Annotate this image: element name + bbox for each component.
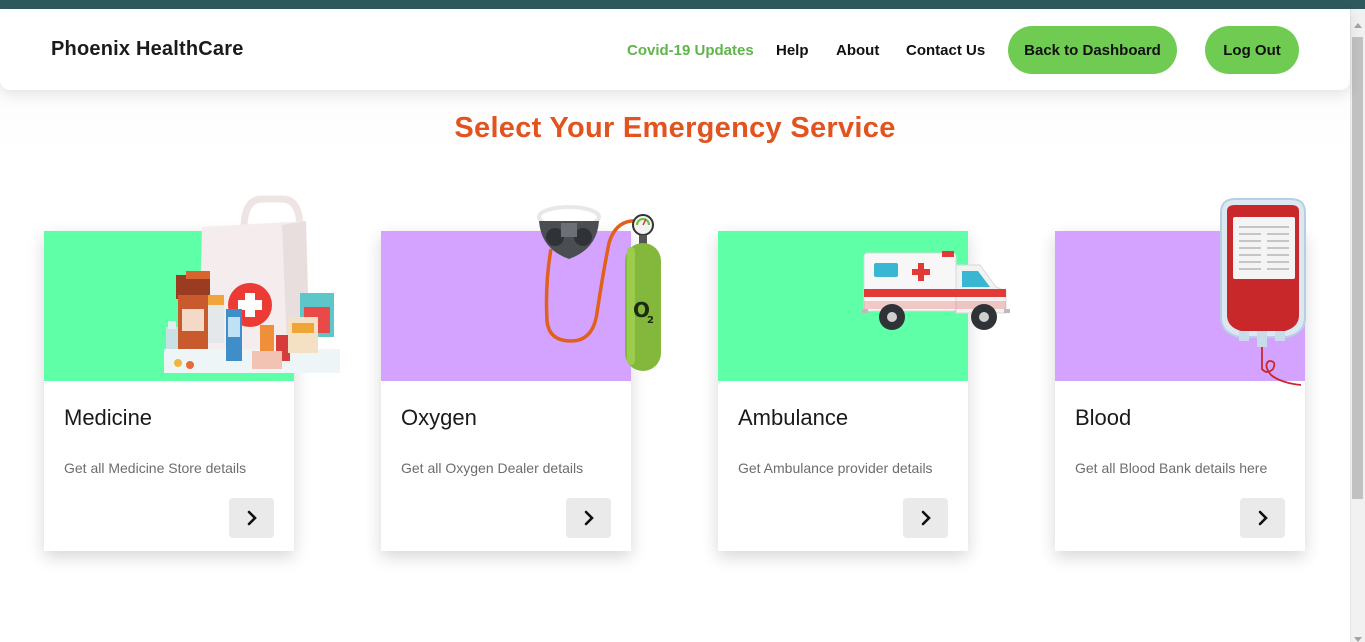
card-description: Get all Blood Bank details here bbox=[1075, 460, 1268, 476]
ambulance-icon bbox=[862, 251, 1010, 330]
service-card-medicine[interactable]: Medicine Get all Medicine Store details bbox=[44, 195, 340, 551]
scroll-down-arrow-icon[interactable] bbox=[1354, 637, 1362, 642]
blood-open-button[interactable] bbox=[1240, 498, 1285, 538]
card-title: Medicine bbox=[64, 405, 153, 430]
vertical-scrollbar[interactable] bbox=[1350, 9, 1365, 642]
back-to-dashboard-button[interactable]: Back to Dashboard bbox=[1008, 26, 1177, 74]
card-description: Get all Oxygen Dealer details bbox=[401, 460, 584, 476]
card-description: Get all Medicine Store details bbox=[64, 460, 247, 476]
chevron-right-icon bbox=[1258, 510, 1268, 526]
scroll-thumb[interactable] bbox=[1352, 37, 1363, 499]
service-card-oxygen[interactable]: O 2 Oxygen Get all Oxygen Dealer details bbox=[381, 205, 661, 551]
scroll-up-arrow-icon[interactable] bbox=[1354, 23, 1362, 28]
nav-link-contact-us[interactable]: Contact Us bbox=[906, 42, 985, 59]
medicine-open-button[interactable] bbox=[229, 498, 274, 538]
card-description: Get Ambulance provider details bbox=[738, 460, 933, 476]
card-title: Ambulance bbox=[738, 405, 849, 430]
chevron-right-icon bbox=[921, 510, 931, 526]
service-card-ambulance[interactable]: Ambulance Get Ambulance provider details bbox=[718, 231, 1010, 551]
nav-link-help[interactable]: Help bbox=[776, 42, 809, 59]
service-card-blood[interactable]: Blood Get all Blood Bank details here bbox=[1055, 198, 1306, 551]
medicine-bag-icon bbox=[164, 195, 340, 373]
chevron-right-icon bbox=[247, 510, 257, 526]
browser-top-strip bbox=[0, 0, 1365, 9]
chevron-right-icon bbox=[584, 510, 594, 526]
blood-bag-icon bbox=[1220, 198, 1306, 386]
card-title: Oxygen bbox=[401, 405, 477, 430]
page-title: Select Your Emergency Service bbox=[454, 112, 896, 144]
oxygen-open-button[interactable] bbox=[566, 498, 611, 538]
ambulance-open-button[interactable] bbox=[903, 498, 948, 538]
card-title: Blood bbox=[1075, 405, 1132, 430]
cylinder-sub: 2 bbox=[647, 315, 654, 326]
oxygen-cylinder-icon: O 2 bbox=[537, 205, 661, 371]
nav-link-covid-updates[interactable]: Covid-19 Updates bbox=[627, 42, 754, 59]
nav-link-about[interactable]: About bbox=[836, 42, 879, 59]
logout-button[interactable]: Log Out bbox=[1205, 26, 1299, 74]
navbar: Phoenix HealthCare Covid-19 Updates Help… bbox=[0, 9, 1350, 90]
brand-name[interactable]: Phoenix HealthCare bbox=[51, 38, 244, 61]
